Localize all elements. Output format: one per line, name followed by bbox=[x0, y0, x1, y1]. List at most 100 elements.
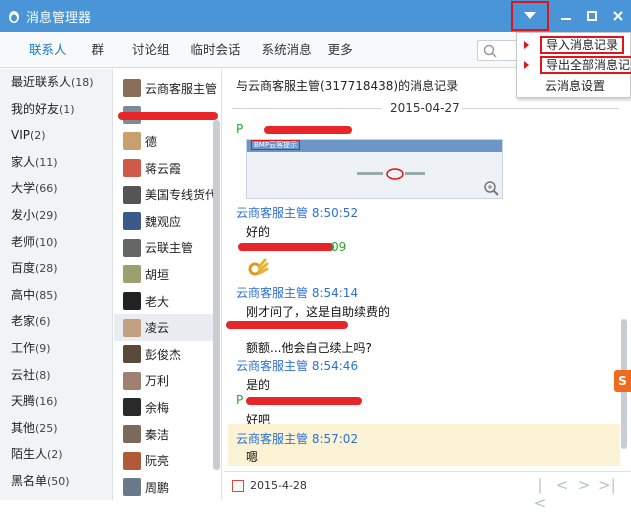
dropdown-menu: 导入消息记录 导出全部消息记 云消息设置 bbox=[516, 32, 631, 98]
group-item[interactable]: VIP(2) bbox=[0, 122, 112, 149]
group-name: 百度 bbox=[11, 261, 36, 276]
contact-item[interactable]: 周鹏 bbox=[114, 474, 214, 501]
prev-page-icon[interactable]: < bbox=[554, 476, 570, 494]
group-name: 家人 bbox=[11, 154, 36, 169]
tab-discussion[interactable]: 讨论组 bbox=[118, 32, 180, 68]
group-count: (9) bbox=[35, 341, 51, 355]
group-list: 最近联系人(18) 我的好友(1) VIP(2) 家人(11) 大学(66) 发小(29)… bbox=[0, 69, 113, 500]
dropdown-menu-button[interactable] bbox=[511, 1, 549, 31]
contact-item[interactable]: 美国专线货代 bbox=[114, 181, 218, 208]
group-item[interactable]: 老师(10) bbox=[0, 229, 112, 256]
message-sender: 云商客服主管 8:54:46 bbox=[236, 359, 359, 373]
contact-item[interactable]: 阮亮 bbox=[114, 447, 214, 474]
message-sender: 云商客服主管 8:54:14 bbox=[236, 286, 359, 300]
contact-list-scrollbar[interactable] bbox=[213, 120, 220, 470]
sogou-ime-icon[interactable]: S bbox=[614, 370, 631, 392]
search-input[interactable] bbox=[477, 40, 517, 61]
group-item[interactable]: 天腾(16) bbox=[0, 388, 112, 415]
contact-item[interactable]: 秦洁 bbox=[114, 421, 214, 448]
redaction-mark bbox=[226, 321, 348, 329]
avatar bbox=[123, 212, 141, 231]
minimize-button[interactable] bbox=[553, 0, 579, 32]
avatar bbox=[123, 185, 141, 204]
last-page-icon[interactable]: >| bbox=[598, 476, 616, 494]
group-item[interactable]: 最近联系人(18) bbox=[0, 69, 112, 96]
contact-item[interactable]: 魏观应 bbox=[114, 208, 214, 235]
maximize-button[interactable] bbox=[579, 0, 605, 32]
group-name: 工作 bbox=[11, 340, 36, 355]
group-count: (85) bbox=[35, 288, 58, 302]
chevron-down-icon bbox=[524, 12, 536, 19]
group-item[interactable]: 大学(66) bbox=[0, 175, 112, 202]
menu-item-import[interactable]: 导入消息记录 bbox=[540, 36, 625, 54]
tab-temp-session[interactable]: 临时会话 bbox=[180, 32, 252, 68]
group-item[interactable]: 我的好友(1) bbox=[0, 96, 112, 123]
contact-item[interactable]: 云联主管 bbox=[114, 235, 214, 262]
contact-name: 美国专线货代 bbox=[145, 188, 218, 203]
group-item[interactable]: 工作(9) bbox=[0, 335, 112, 362]
maximize-icon bbox=[587, 11, 597, 21]
contact-item[interactable]: 彭俊杰 bbox=[114, 341, 214, 368]
tab-contacts[interactable]: 联系人 bbox=[18, 32, 78, 68]
group-name: 天腾 bbox=[11, 394, 36, 409]
conversation-title: 与云商客服主管(317718438)的消息记录 bbox=[236, 79, 459, 93]
contact-item[interactable]: 蒋云霞 bbox=[114, 155, 214, 182]
group-name: 黑名单 bbox=[11, 473, 48, 488]
message-history-panel: 与云商客服主管(317718438)的消息记录 2015-04-27 P BMP… bbox=[224, 69, 631, 512]
group-item[interactable]: 云社(8) bbox=[0, 362, 112, 389]
message-sender: 09 bbox=[331, 240, 347, 254]
group-count: (66) bbox=[35, 182, 58, 196]
ok-hand-emoji-icon bbox=[248, 258, 269, 276]
message-text: 嗯 bbox=[246, 450, 259, 464]
group-name: 我的好友 bbox=[11, 101, 60, 116]
redaction-mark bbox=[118, 112, 218, 120]
contact-item[interactable]: 老大 bbox=[114, 288, 214, 315]
avatar bbox=[123, 451, 141, 470]
group-item[interactable]: 高中(85) bbox=[0, 282, 112, 309]
screenshot-title: BMP云客提示 bbox=[251, 140, 301, 150]
contact-item[interactable]: 万利 bbox=[114, 368, 214, 395]
message-text: 是的 bbox=[246, 378, 271, 392]
calendar-icon[interactable] bbox=[232, 480, 244, 492]
group-name: VIP bbox=[11, 128, 30, 143]
tab-more[interactable]: 更多 bbox=[322, 32, 363, 68]
message-text: 额额...他会自己续上吗? bbox=[246, 341, 372, 355]
group-item[interactable]: 家人(11) bbox=[0, 149, 112, 176]
group-item[interactable]: 黑名单(50) bbox=[0, 468, 112, 495]
first-page-icon[interactable]: |< bbox=[532, 476, 548, 512]
contact-item[interactable]: 德 bbox=[114, 128, 214, 155]
redaction-mark bbox=[238, 243, 334, 251]
contact-item[interactable]: 胡垣 bbox=[114, 261, 214, 288]
selected-date[interactable]: 2015-4-28 bbox=[250, 479, 307, 492]
message-sender: 云商客服主管 8:50:52 bbox=[236, 206, 359, 220]
redaction-mark bbox=[246, 397, 362, 405]
avatar bbox=[123, 238, 141, 257]
group-item[interactable]: 陌生人(2) bbox=[0, 441, 112, 468]
close-button[interactable] bbox=[605, 0, 631, 32]
contact-item[interactable]: 余梅 bbox=[114, 394, 214, 421]
group-item[interactable]: 发小(29) bbox=[0, 202, 112, 229]
group-count: (10) bbox=[35, 235, 58, 249]
group-item[interactable]: 老家(6) bbox=[0, 308, 112, 335]
group-name: 老师 bbox=[11, 234, 36, 249]
zoom-icon[interactable] bbox=[483, 180, 499, 196]
tab-system-messages[interactable]: 系统消息 bbox=[252, 32, 322, 68]
contact-name: 云联主管 bbox=[145, 241, 194, 256]
contact-item[interactable]: 云商客服主管 bbox=[114, 75, 217, 102]
group-name: 发小 bbox=[11, 207, 36, 222]
menu-item-cloud-settings[interactable]: 云消息设置 bbox=[545, 77, 605, 95]
contact-name: 余梅 bbox=[145, 400, 170, 415]
title-bar: 消息管理器 bbox=[0, 0, 631, 32]
avatar bbox=[123, 345, 141, 364]
group-item[interactable]: 其他(25) bbox=[0, 415, 112, 442]
group-count: (28) bbox=[35, 262, 58, 276]
contact-item[interactable]: 凌云 bbox=[114, 314, 214, 341]
minimize-icon bbox=[561, 18, 571, 20]
contact-name: 胡垣 bbox=[145, 267, 170, 282]
group-item[interactable]: 百度(28) bbox=[0, 255, 112, 282]
menu-item-export-all[interactable]: 导出全部消息记 bbox=[540, 56, 631, 74]
next-page-icon[interactable]: > bbox=[576, 476, 592, 494]
contact-name: 凌云 bbox=[145, 321, 170, 336]
tab-groups[interactable]: 群 bbox=[78, 32, 119, 68]
message-screenshot-image[interactable]: BMP云客提示 bbox=[246, 139, 503, 199]
